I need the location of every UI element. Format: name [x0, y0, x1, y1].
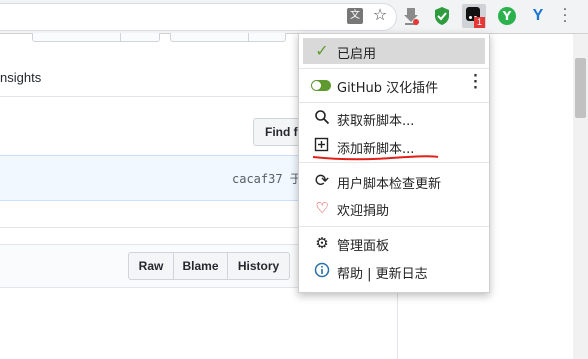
dashboard-label: 管理面板	[337, 239, 390, 254]
help-changelog-label: 帮助 | 更新日志	[337, 267, 428, 282]
donate-item[interactable]: ♡ 欢迎捐助	[303, 195, 485, 221]
divider	[397, 286, 398, 359]
get-new-script-item[interactable]: 获取新脚本...	[303, 105, 485, 131]
info-icon	[313, 262, 331, 280]
search-icon	[313, 109, 331, 127]
gear-icon: ⚙	[315, 234, 329, 252]
browser-menu-icon[interactable]: · · ·	[560, 3, 570, 29]
tab-insights[interactable]: nsights	[0, 70, 41, 85]
separator	[299, 162, 489, 163]
translate-icon[interactable]: 文	[347, 8, 363, 24]
divider	[120, 33, 121, 42]
separator	[299, 102, 489, 103]
repo-button-partial-2[interactable]	[170, 33, 286, 42]
red-underline-annotation	[312, 155, 439, 161]
refresh-icon: ⟳	[314, 171, 330, 191]
help-changelog-item[interactable]: 帮助 | 更新日志	[303, 258, 485, 284]
browser-toolbar: 文 ☆ 1 Y Y · · ·	[0, 0, 588, 34]
enabled-label: 已启用	[337, 47, 377, 62]
script-item-github-chinese[interactable]: GitHub 汉化插件 · · ·	[303, 70, 485, 98]
raw-button[interactable]: Raw	[128, 252, 174, 280]
enabled-toggle[interactable]: ✓ 已启用	[303, 38, 485, 64]
get-new-script-label: 获取新脚本...	[337, 114, 415, 129]
separator	[299, 226, 489, 227]
separator	[299, 68, 489, 69]
checkmark-icon: ✓	[315, 41, 329, 60]
address-bar[interactable]	[0, 3, 397, 31]
star-icon[interactable]: ☆	[372, 7, 388, 23]
dashboard-item[interactable]: ⚙ 管理面板	[303, 230, 485, 256]
check-updates-label: 用户脚本检查更新	[337, 177, 442, 192]
download-icon[interactable]	[402, 6, 420, 26]
script-name-label: GitHub 汉化插件	[337, 81, 439, 96]
repo-button-partial[interactable]	[32, 33, 160, 42]
heart-icon: ♡	[315, 199, 329, 217]
scrollbar-thumb[interactable]	[575, 58, 586, 118]
tampermonkey-icon[interactable]: 1	[462, 4, 486, 28]
tampermonkey-menu: ✓ 已启用 GitHub 汉化插件 · · · 获取新脚本... 添加新脚本... …	[298, 33, 490, 293]
commit-hash[interactable]: cacaf37 于	[232, 170, 302, 187]
extension-blue-icon[interactable]: Y	[529, 6, 547, 26]
extension-green-icon[interactable]: Y	[498, 7, 516, 25]
toggle-on-icon[interactable]	[311, 80, 331, 91]
more-options-icon[interactable]: · · ·	[473, 70, 478, 95]
blame-button[interactable]: Blame	[173, 252, 228, 280]
adguard-icon[interactable]	[433, 6, 451, 26]
check-updates-item[interactable]: ⟳ 用户脚本检查更新	[303, 168, 485, 194]
divider	[248, 33, 249, 42]
history-button[interactable]: History	[227, 252, 290, 280]
donate-label: 欢迎捐助	[337, 204, 390, 219]
notification-badge: 1	[474, 17, 485, 28]
